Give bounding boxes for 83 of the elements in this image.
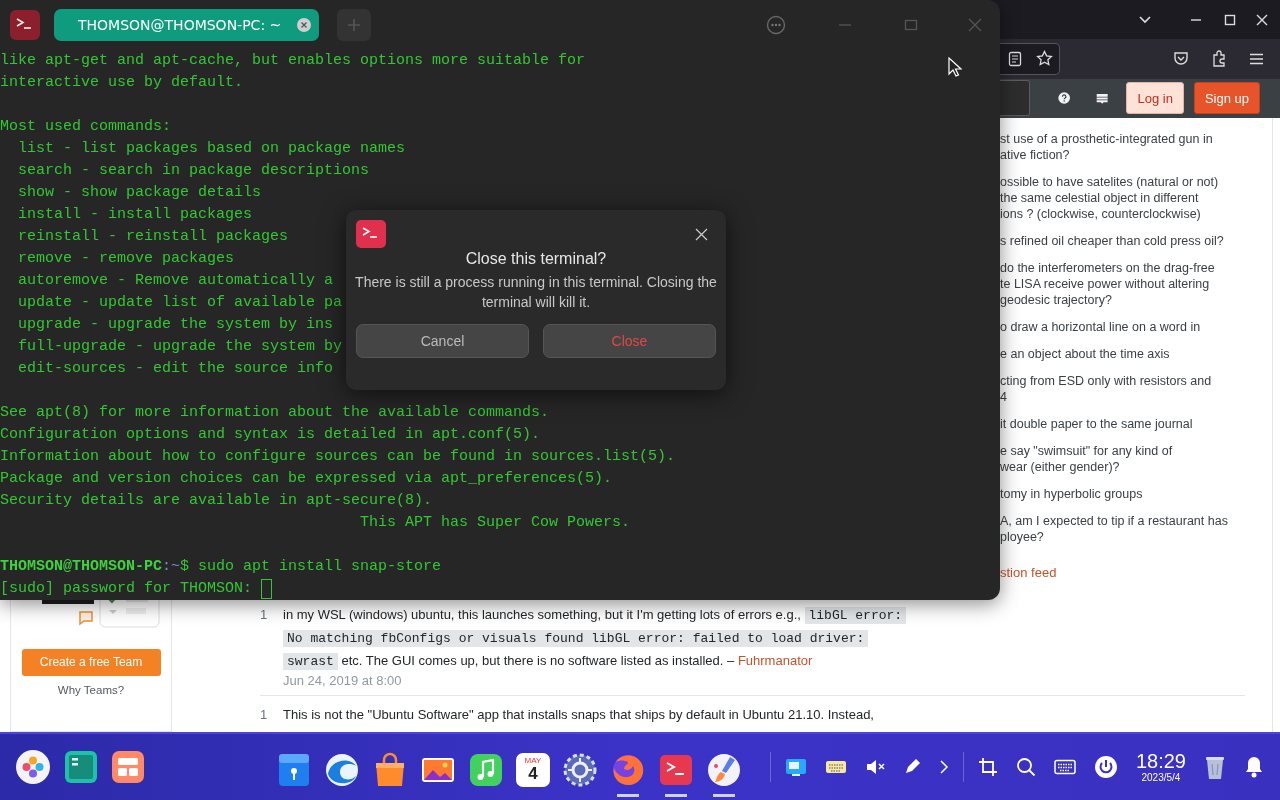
launcher-icon[interactable] xyxy=(16,750,50,784)
workspace-icon[interactable] xyxy=(112,751,144,783)
question-link[interactable]: s refined oil cheaper than cold press oil? xyxy=(1000,233,1224,249)
terminal-app-icon[interactable] xyxy=(10,10,40,40)
menu-icon[interactable] xyxy=(1249,53,1264,65)
terminal-line: [sudo] password for THOMSON: xyxy=(0,579,253,599)
terminal-prompt: THOMSON@THOMSON-PC:~$ sudo apt install snap-store xyxy=(0,557,442,577)
question-link[interactable]: A, am I expected to tip if a restaurant has ployee? xyxy=(1000,513,1228,545)
terminal-line: Configuration options and syntax is detailed in apt.conf(5). xyxy=(0,425,541,445)
terminal-line: like apt-get and apt-cache, but enables options more suitable for xyxy=(0,51,586,71)
header-button[interactable]: Log in xyxy=(1126,82,1184,115)
terminal-line: Most used commands: xyxy=(0,117,172,137)
text-cursor xyxy=(261,579,273,599)
terminal-line: Information about how to configure sources can be found in sources.list(5). xyxy=(0,447,676,467)
clock-time[interactable]: 18:29 xyxy=(1135,751,1186,771)
power-icon[interactable] xyxy=(1093,755,1118,779)
comment-text: This is not the "Ubuntu Software" app that installs snaps that ships by default in Ubuntu 21.10. Instead, xyxy=(283,706,875,724)
dialog-message: There is still a process running in this terminal. Closing the terminal will kill it. xyxy=(355,273,717,312)
trash-icon[interactable] xyxy=(1204,754,1226,780)
keyboard-icon[interactable] xyxy=(824,759,847,775)
question-feed-link[interactable]: stion feed xyxy=(1000,565,1057,580)
multitask-icon[interactable] xyxy=(65,751,97,783)
terminal-line: list - list packages based on package names xyxy=(17,139,406,159)
terminal-line: show - show package details xyxy=(17,183,262,203)
terminal-line: Security details are available in apt-secure(8). xyxy=(0,491,433,511)
terminal-line: upgrade - upgrade the system by ins xyxy=(17,315,334,335)
dialog-title: Close this terminal? xyxy=(465,250,607,268)
search-field[interactable] xyxy=(1000,80,1030,117)
terminal-line: See apt(8) for more information about the available commands. xyxy=(0,403,550,423)
pocket-icon[interactable] xyxy=(1173,51,1189,67)
question-link[interactable]: e say "swimsuit" for any kind of wear (either gender)? xyxy=(1000,443,1173,475)
paintbrush-icon xyxy=(705,751,742,788)
question-link[interactable]: do the interferometers on the drag-free te LISA receive power without altering geodesic trajectory? xyxy=(1000,260,1215,308)
question-link[interactable]: cting from ESD only with resistors and 4 xyxy=(1000,373,1212,405)
chevron-down-icon[interactable] xyxy=(1138,14,1152,25)
terminal-line: interactive use by default. xyxy=(0,73,244,93)
tab-close-icon[interactable] xyxy=(297,18,312,32)
question-link[interactable]: st use of a prosthetic-integrated gun in ative fiction? xyxy=(1000,131,1213,163)
comment-text: in my WSL (windows) ubuntu, this launches something, but it I'm getting lots of errors e.g., libGL error: No matching fbConfigs or visuals found libGL error: failed to load driver: swrast etc. The GUI comes up, but there is no software listed as installed. – Fuhrmanator xyxy=(283,604,903,673)
terminal-line: search - search in package descriptions xyxy=(17,161,370,181)
settings-icon xyxy=(561,751,598,788)
swirl-icon xyxy=(323,751,360,788)
calendar-icon: MAY 4 xyxy=(515,752,550,787)
terminal-line: remove - remove packages xyxy=(17,249,235,269)
terminal-line: edit-sources - edit the source info xyxy=(17,359,334,379)
star-icon[interactable] xyxy=(1036,50,1053,68)
terminal-tab[interactable]: THOMSON@THOMSON-PC: ~ xyxy=(54,9,320,41)
terminal-line: autoremove - Remove automatically a xyxy=(17,271,334,291)
more-icon[interactable] xyxy=(766,15,786,35)
why-teams-link[interactable]: Why Teams? xyxy=(57,684,125,696)
question-link[interactable]: tomy in hyperbolic groups xyxy=(1000,486,1143,502)
address-bar[interactable] xyxy=(1000,43,1060,75)
comment-score: 1 xyxy=(260,606,269,624)
dock-item[interactable]: MAY 4 xyxy=(515,745,550,796)
terminal-line: update - update list of available pa xyxy=(17,293,343,313)
clock-date[interactable]: 2023/5/4 xyxy=(1141,773,1181,783)
chevron-right-icon[interactable] xyxy=(938,760,949,774)
screen-icon[interactable] xyxy=(784,756,807,778)
bell-icon[interactable] xyxy=(1244,756,1264,778)
terminal-line: install - install packages xyxy=(17,205,253,225)
question-link[interactable]: e an object about the time axis xyxy=(1000,346,1170,362)
terminal-line: full-upgrade - upgrade the system by xyxy=(17,337,343,357)
plus-icon xyxy=(347,18,362,32)
header-button[interactable]: Sign up xyxy=(1193,82,1260,115)
music-note-icon xyxy=(467,751,504,788)
extensions-icon[interactable] xyxy=(1211,50,1227,68)
terminal-line: This APT has Super Cow Powers. xyxy=(359,513,631,533)
question-link[interactable]: it double paper to the same journal xyxy=(1000,416,1193,432)
speaker-muted-icon[interactable] xyxy=(864,758,885,776)
terminal-app-icon xyxy=(356,220,386,248)
terminal-line: Package and version choices can be expressed via apt_preferences(5). xyxy=(0,469,613,489)
question-link[interactable]: o draw a horizontal line on a word in xyxy=(1000,319,1201,335)
terminal-line: reinstall - reinstall packages xyxy=(17,227,289,247)
comment-author-link[interactable]: Fuhrmanator xyxy=(737,653,813,668)
crop-icon[interactable] xyxy=(977,757,998,777)
comment-score: 1 xyxy=(260,706,269,724)
dialog-button[interactable]: Cancel xyxy=(356,324,529,358)
reader-view-icon[interactable] xyxy=(1008,51,1022,67)
comment-date: Jun 24, 2019 at 8:00 xyxy=(283,673,403,689)
question-link[interactable]: ossible to have satelites (natural or not) the same celestial object in different ions ? (clockwise, counterclockwise) xyxy=(1000,174,1219,222)
search-icon[interactable] xyxy=(1015,757,1036,777)
keyboard-icon[interactable] xyxy=(1053,759,1076,775)
mouse-pointer-icon xyxy=(948,57,962,77)
